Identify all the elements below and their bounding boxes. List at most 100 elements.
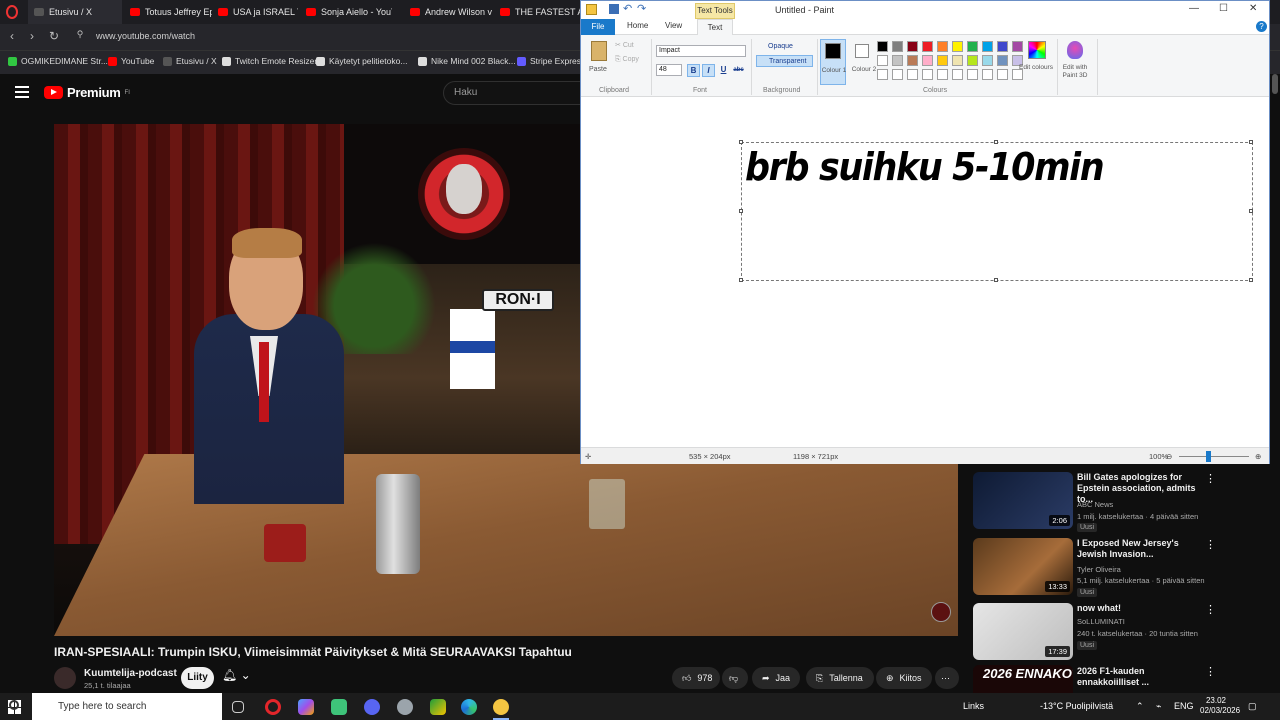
view-tab[interactable]: View	[665, 21, 682, 30]
bold-button[interactable]: B	[687, 64, 700, 77]
more-options-icon[interactable]: ⋮	[1205, 665, 1216, 678]
channel-name[interactable]: Kuumtelija-podcast	[84, 668, 177, 679]
bookmark-item[interactable]: Nike Mind 002 Black...	[418, 56, 516, 66]
palette-swatch[interactable]	[922, 69, 933, 80]
browser-menu-icon[interactable]	[6, 5, 18, 19]
browser-tab[interactable]: Etusivu / X	[28, 0, 122, 24]
palette-swatch[interactable]	[967, 69, 978, 80]
underline-button[interactable]: U	[717, 64, 730, 77]
site-info-icon[interactable]: ⚲	[72, 29, 88, 40]
url-field[interactable]: www.youtube.com/watch	[96, 31, 195, 41]
like-button[interactable]: 👍︎ 978	[672, 667, 720, 689]
links-toolbar[interactable]: Links	[963, 701, 984, 711]
font-size-select[interactable]: 48	[656, 64, 682, 76]
browser-tab[interactable]: Totuus Jeffrey Epst	[124, 0, 212, 24]
clock[interactable]: 23.02 02/03/2026	[1200, 696, 1240, 716]
save-icon[interactable]	[609, 4, 619, 14]
font-family-select[interactable]: Impact	[656, 45, 746, 57]
resize-handle[interactable]	[1249, 209, 1253, 213]
undo-icon[interactable]: ↶	[623, 2, 632, 15]
video-thumbnail[interactable]: 2:06	[973, 472, 1073, 529]
colour-1-selector[interactable]: Colour 1	[820, 39, 846, 85]
app-icon[interactable]	[298, 699, 314, 715]
palette-swatch[interactable]	[877, 41, 888, 52]
palette-swatch[interactable]	[982, 41, 993, 52]
palette-swatch[interactable]	[907, 55, 918, 66]
more-options-icon[interactable]: ⋮	[1205, 603, 1216, 616]
network-icon[interactable]: ⌁	[1156, 701, 1161, 712]
save-button[interactable]: ⎘ Tallenna	[806, 667, 874, 689]
palette-swatch[interactable]	[922, 41, 933, 52]
drawing-canvas[interactable]: brb suihku 5-10min	[584, 101, 1256, 437]
canvas-text[interactable]: brb suihku 5-10min	[745, 145, 1105, 189]
video-thumbnail[interactable]: 2026 ENNAKOT	[973, 665, 1073, 693]
edit-colours-label[interactable]: Edit colours	[1017, 64, 1055, 72]
palette-swatch[interactable]	[892, 69, 903, 80]
task-view-icon[interactable]	[232, 701, 244, 713]
palette-swatch[interactable]	[982, 69, 993, 80]
chevron-up-icon[interactable]: ⌃	[1136, 701, 1144, 712]
join-button[interactable]: Liity	[181, 667, 214, 689]
notification-bell-icon[interactable]: 🔔︎ ⌄	[222, 668, 262, 688]
app-icon[interactable]	[430, 699, 446, 715]
palette-swatch[interactable]	[877, 69, 888, 80]
share-button[interactable]: ➦ Jaa	[752, 667, 800, 689]
bookmark-item[interactable]: Käytetyt pelitietoko...	[316, 56, 407, 66]
italic-button[interactable]: I	[702, 64, 715, 77]
palette-swatch[interactable]	[967, 55, 978, 66]
app-icon[interactable]	[331, 699, 347, 715]
edit-colours-icon[interactable]	[1028, 41, 1046, 59]
bookmark-item[interactable]: OGMIKEDIMANE Str...	[8, 56, 108, 66]
dislike-button[interactable]: 👎︎	[722, 667, 748, 689]
back-icon[interactable]: ‹	[4, 29, 20, 43]
transparent-option[interactable]: Transparent	[756, 55, 813, 67]
palette-swatch[interactable]	[892, 55, 903, 66]
recommended-title[interactable]: now what!	[1077, 603, 1197, 614]
palette-swatch[interactable]	[877, 55, 888, 66]
browser-tab[interactable]: Andrew Wilson vs.	[404, 0, 492, 24]
video-thumbnail[interactable]: 17:39	[973, 603, 1073, 660]
opera-icon[interactable]	[265, 699, 281, 715]
forward-icon[interactable]: ›	[24, 29, 40, 43]
edge-icon[interactable]	[461, 699, 477, 715]
resize-handle[interactable]	[1249, 278, 1253, 282]
resize-handle[interactable]	[1249, 140, 1253, 144]
recommended-title[interactable]: 2026 F1-kauden ennakkoiilliset ...	[1077, 666, 1197, 688]
palette-swatch[interactable]	[952, 55, 963, 66]
paste-button[interactable]: Paste	[587, 39, 613, 75]
strikethrough-button[interactable]: abc	[732, 64, 745, 77]
palette-swatch[interactable]	[922, 55, 933, 66]
copy-button[interactable]: ⎘ Copy	[615, 56, 639, 64]
resize-handle[interactable]	[739, 140, 743, 144]
browser-tab[interactable]: THE FASTEST ANIM	[494, 0, 580, 24]
cut-button[interactable]: ✂ Cut	[615, 41, 634, 49]
palette-swatch[interactable]	[997, 41, 1008, 52]
browser-tab[interactable]: Sonja Aiello - YouT	[300, 0, 392, 24]
palette-swatch[interactable]	[952, 69, 963, 80]
discord-icon[interactable]	[364, 699, 380, 715]
palette-swatch[interactable]	[907, 69, 918, 80]
colour-2-selector[interactable]: Colour 2	[851, 39, 876, 85]
paint-icon[interactable]	[493, 699, 509, 715]
scrollbar-thumb[interactable]	[1272, 74, 1278, 94]
palette-swatch[interactable]	[937, 69, 948, 80]
recommended-video[interactable]: 2:06 Bill Gates apologizes for Epstein a…	[973, 472, 1233, 532]
hamburger-menu-icon[interactable]	[15, 86, 29, 98]
bookmark-item[interactable]: YouTube	[108, 56, 154, 66]
paint3d-label[interactable]: Edit with Paint 3D	[1055, 64, 1095, 80]
youtube-logo[interactable]: Premium FI	[44, 85, 130, 100]
palette-swatch[interactable]	[982, 55, 993, 66]
zoom-slider[interactable]	[1179, 456, 1249, 457]
channel-watermark[interactable]	[931, 602, 951, 622]
redo-icon[interactable]: ↷	[637, 2, 646, 15]
page-scrollbar[interactable]	[1270, 74, 1280, 693]
more-options-icon[interactable]: ⋮	[1205, 538, 1216, 551]
recommended-channel[interactable]: Tyler Oliveira	[1077, 565, 1121, 574]
minimize-icon[interactable]: —	[1189, 3, 1199, 14]
more-options-icon[interactable]: ⋮	[1205, 472, 1216, 485]
app-icon[interactable]	[397, 699, 413, 715]
palette-swatch[interactable]	[967, 41, 978, 52]
recommended-video[interactable]: 2026 ENNAKOT 2026 F1-kauden ennakkoiilli…	[973, 665, 1233, 693]
channel-avatar[interactable]	[54, 667, 76, 689]
recommended-video[interactable]: 13:33 I Exposed New Jersey's Jewish Inva…	[973, 538, 1233, 598]
